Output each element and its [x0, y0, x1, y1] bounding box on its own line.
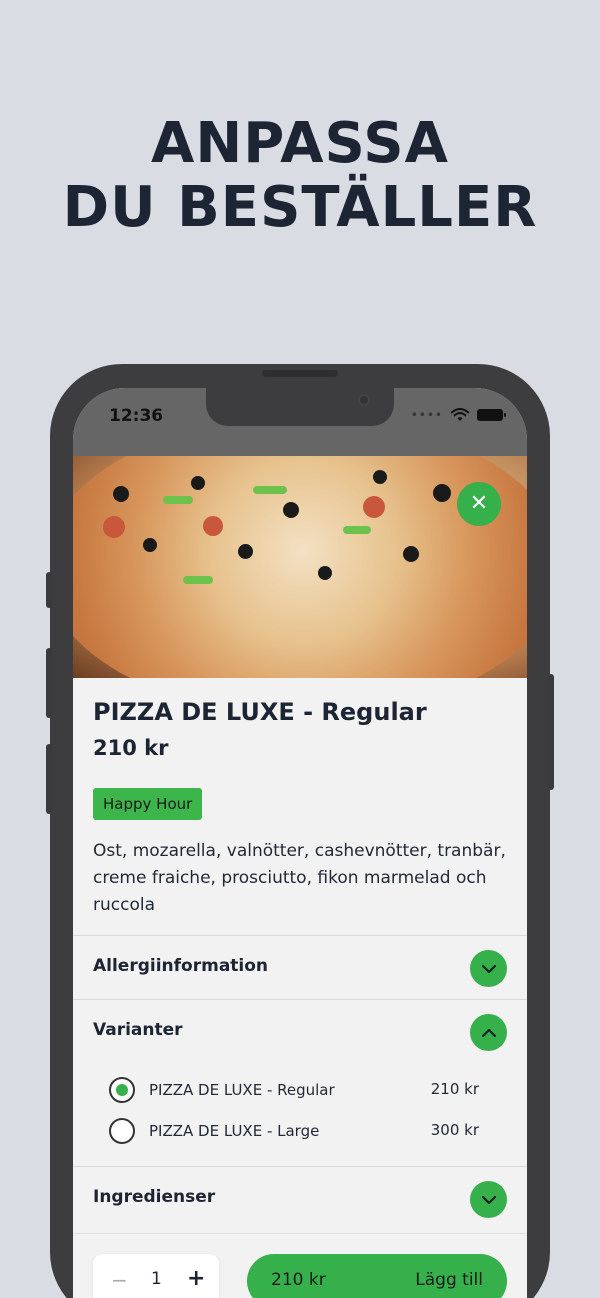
topping: [143, 538, 157, 552]
topping: [318, 566, 332, 580]
variant-radio-regular[interactable]: [109, 1077, 135, 1103]
topping: [163, 496, 193, 504]
topping: [283, 502, 299, 518]
variant-label: PIZZA DE LUXE - Large: [149, 1122, 320, 1140]
phone-volume-down: [46, 744, 52, 814]
allergy-section-title: Allergiinformation: [93, 956, 269, 976]
product-description: Ost, mozarella, valnötter, cashevnötter,…: [93, 841, 506, 915]
signal-icon: ••••: [410, 408, 443, 422]
wifi-icon: [451, 408, 469, 421]
variant-label: PIZZA DE LUXE - Regular: [149, 1081, 335, 1099]
chevron-down-icon: [481, 964, 496, 973]
increase-quantity-button[interactable]: +: [187, 1266, 205, 1291]
ingredients-toggle-button[interactable]: [470, 1181, 507, 1218]
variant-radio-large[interactable]: [109, 1118, 135, 1144]
phone-speaker: [262, 370, 338, 377]
topping: [113, 486, 129, 502]
allergy-section[interactable]: Allergiinformation: [73, 935, 527, 999]
close-button[interactable]: ✕: [457, 482, 501, 526]
variant-option-large[interactable]: PIZZA DE LUXE - Large 300 kr: [109, 1118, 489, 1146]
topping: [363, 496, 385, 518]
battery-icon: [477, 409, 506, 421]
phone-screen: 12:36 •••• ✕ PIZZA DE LUXE - Regular 210…: [73, 388, 527, 1298]
product-price: 210 kr: [93, 736, 169, 760]
order-footer: − 1 + 210 kr Lägg till: [73, 1233, 527, 1298]
quantity-stepper: − 1 +: [93, 1254, 219, 1298]
add-to-cart-label: Lägg till: [415, 1270, 483, 1290]
phone-volume-up: [46, 648, 52, 718]
pizza-illustration: [73, 456, 527, 678]
topping: [343, 526, 371, 534]
ingredients-section[interactable]: Ingredienser: [73, 1166, 527, 1226]
variants-toggle-button[interactable]: [470, 1014, 507, 1051]
phone-power-button: [548, 674, 554, 790]
add-to-cart-total: 210 kr: [271, 1270, 326, 1290]
ingredients-section-title: Ingredienser: [93, 1187, 216, 1207]
phone-notch: [206, 388, 394, 426]
topping: [103, 516, 125, 538]
topping: [373, 470, 387, 484]
topping: [403, 546, 419, 562]
topping: [183, 576, 213, 584]
topping: [238, 544, 253, 559]
topping: [253, 486, 287, 494]
add-to-cart-button[interactable]: 210 kr Lägg till: [247, 1254, 507, 1298]
topping: [433, 484, 451, 502]
decrease-quantity-button[interactable]: −: [111, 1268, 128, 1292]
topping: [203, 516, 223, 536]
status-time: 12:36: [109, 406, 164, 426]
chevron-down-icon: [481, 1195, 496, 1204]
product-title: PIZZA DE LUXE - Regular: [93, 698, 427, 726]
variant-price: 300 kr: [430, 1121, 479, 1139]
quantity-value: 1: [151, 1269, 162, 1289]
variant-option-regular[interactable]: PIZZA DE LUXE - Regular 210 kr: [109, 1077, 489, 1105]
headline: ANPASSA DU BESTÄLLER: [0, 112, 600, 240]
happy-hour-badge: Happy Hour: [93, 788, 203, 820]
topping: [191, 476, 205, 490]
status-icons: ••••: [410, 408, 506, 422]
headline-line-2: DU BESTÄLLER: [62, 175, 538, 240]
variants-section: Varianter PIZZA DE LUXE - Regular 210 kr…: [73, 999, 527, 1166]
product-image: [73, 456, 527, 678]
phone-side-button: [46, 572, 52, 608]
variants-section-title: Varianter: [93, 1020, 183, 1040]
allergy-toggle-button[interactable]: [470, 950, 507, 987]
close-icon: ✕: [469, 491, 489, 516]
front-camera: [358, 394, 370, 406]
chevron-up-icon: [481, 1028, 496, 1037]
variant-price: 210 kr: [430, 1080, 479, 1098]
headline-line-1: ANPASSA: [151, 111, 449, 176]
